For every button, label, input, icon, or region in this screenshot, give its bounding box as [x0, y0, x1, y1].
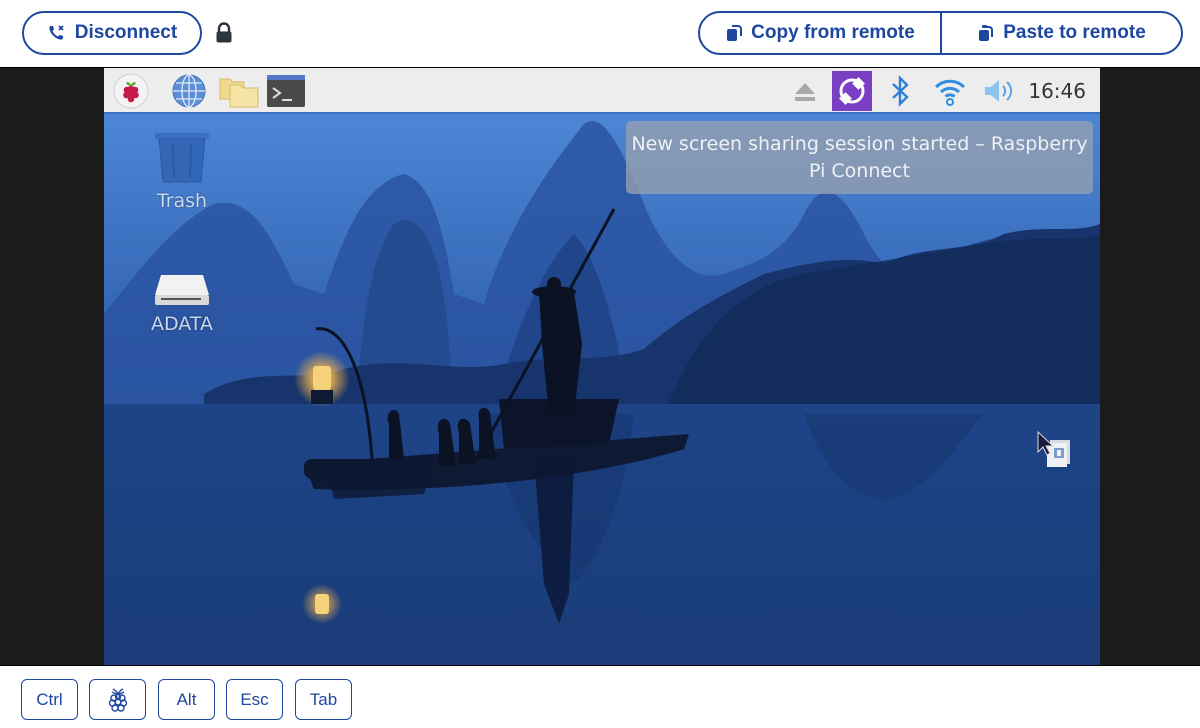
tab-key-button[interactable]: Tab [295, 679, 352, 720]
file-manager-icon[interactable] [218, 73, 260, 109]
taskbar-clock[interactable]: 16:46 [1028, 79, 1086, 103]
connect-icon[interactable] [832, 71, 872, 111]
wifi-icon[interactable] [932, 73, 968, 109]
remote-taskbar: 16:46 [104, 68, 1100, 114]
remote-desktop[interactable]: 16:46 Trash ADATA New screen sharing ses… [104, 68, 1100, 666]
raspberry-menu-icon[interactable] [113, 73, 149, 109]
copy-from-remote-label: Copy from remote [751, 22, 915, 43]
clipboard-cursor-icon [1037, 430, 1070, 467]
web-browser-icon[interactable] [171, 73, 207, 109]
desktop-icon-label: ADATA [151, 313, 213, 335]
lock-icon [216, 22, 232, 43]
eject-icon[interactable] [787, 73, 823, 109]
ctrl-key-button[interactable]: Ctrl [21, 679, 78, 720]
paste-to-remote-label: Paste to remote [1003, 22, 1146, 43]
volume-icon[interactable] [982, 73, 1018, 109]
disconnect-button[interactable]: Disconnect [22, 11, 202, 55]
top-toolbar: Disconnect Copy from remote Paste to rem… [0, 0, 1200, 67]
desktop-icon-trash[interactable]: Trash [132, 132, 232, 212]
raspberry-key-icon [108, 687, 127, 712]
clipboard-paste-icon [979, 25, 994, 41]
clipboard-group: Copy from remote Paste to remote [698, 11, 1183, 55]
desktop-icon-adata[interactable]: ADATA [132, 273, 232, 335]
session-notification[interactable]: New screen sharing session started – Ras… [626, 121, 1093, 194]
esc-key-button[interactable]: Esc [226, 679, 283, 720]
bluetooth-icon[interactable] [882, 73, 918, 109]
desktop-icon-label: Trash [156, 190, 208, 212]
copy-from-remote-button[interactable]: Copy from remote [700, 13, 942, 53]
raspberry-key-button[interactable] [89, 679, 146, 720]
disconnect-label: Disconnect [74, 22, 178, 43]
paste-to-remote-button[interactable]: Paste to remote [942, 13, 1181, 53]
remote-viewport: 16:46 Trash ADATA New screen sharing ses… [0, 67, 1200, 666]
terminal-icon[interactable] [266, 73, 306, 109]
trash-icon [155, 133, 209, 183]
drive-icon [155, 275, 209, 305]
desktop-wallpaper [104, 114, 1100, 666]
clipboard-copy-icon [727, 25, 743, 41]
phone-disconnect-icon [49, 25, 64, 40]
special-keys-bar: Ctrl Alt Esc Tab [0, 665, 1200, 728]
alt-key-button[interactable]: Alt [158, 679, 215, 720]
